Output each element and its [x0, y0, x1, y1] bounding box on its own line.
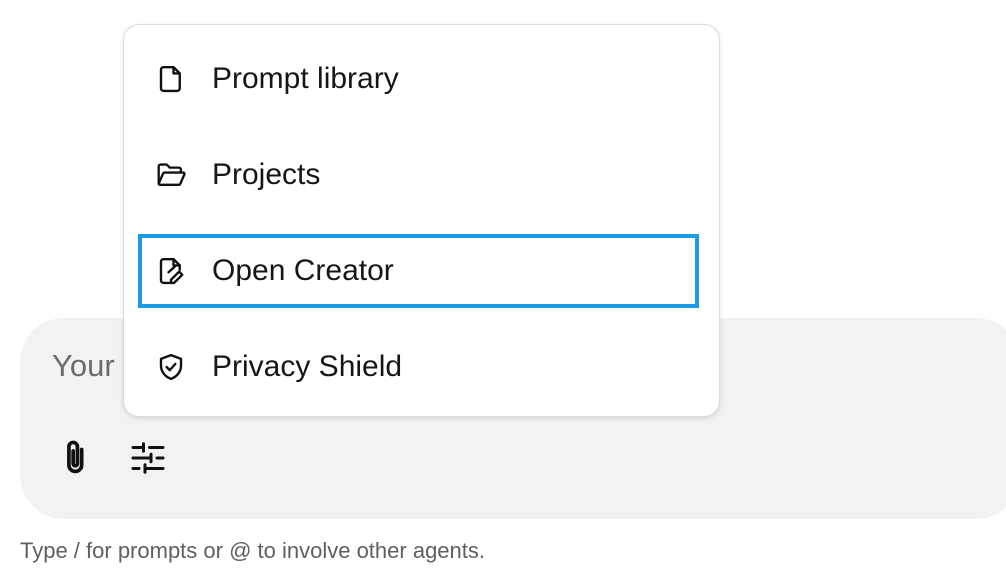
- composer-hint: Type / for prompts or @ to involve other…: [20, 538, 485, 563]
- menu-item-label: Privacy Shield: [212, 350, 403, 383]
- sliders-icon: [130, 440, 166, 476]
- document-edit-icon: [154, 254, 188, 288]
- menu-item-projects[interactable]: Projects: [138, 138, 699, 212]
- shield-check-icon: [154, 350, 188, 384]
- chat-page: Type / for prompts or @ to involve other…: [0, 0, 1006, 582]
- attach-button[interactable]: [56, 438, 96, 478]
- settings-button[interactable]: [128, 438, 168, 478]
- menu-item-prompt-library[interactable]: Prompt library: [138, 42, 699, 116]
- menu-item-label: Projects: [212, 158, 321, 191]
- menu-item-label: Prompt library: [212, 62, 399, 95]
- menu-item-privacy-shield[interactable]: Privacy Shield: [138, 330, 699, 404]
- menu-item-open-creator[interactable]: Open Creator: [138, 234, 699, 308]
- document-icon: [154, 62, 188, 96]
- paperclip-icon: [59, 438, 93, 478]
- plus-menu: Prompt library Projects Open Creator Pri…: [123, 24, 720, 417]
- menu-item-label: Open Creator: [212, 254, 394, 287]
- folder-open-icon: [154, 158, 188, 192]
